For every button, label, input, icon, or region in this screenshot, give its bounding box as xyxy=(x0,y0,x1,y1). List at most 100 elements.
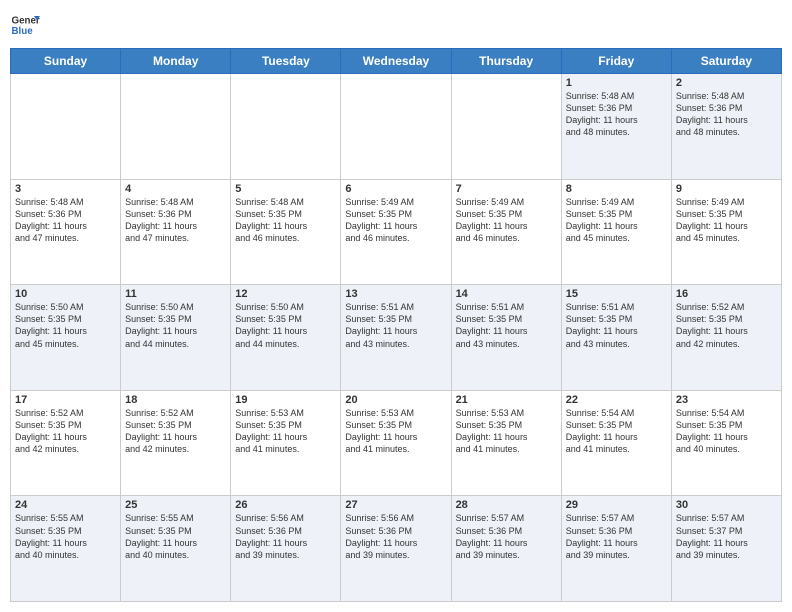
day-number: 29 xyxy=(566,499,667,511)
calendar-cell: 27Sunrise: 5:56 AMSunset: 5:36 PMDayligh… xyxy=(341,496,451,602)
calendar-cell: 25Sunrise: 5:55 AMSunset: 5:35 PMDayligh… xyxy=(121,496,231,602)
day-number: 10 xyxy=(15,288,116,300)
day-info: Sunrise: 5:52 AMSunset: 5:35 PMDaylight:… xyxy=(15,407,116,456)
calendar-cell: 10Sunrise: 5:50 AMSunset: 5:35 PMDayligh… xyxy=(11,285,121,391)
calendar-cell: 23Sunrise: 5:54 AMSunset: 5:35 PMDayligh… xyxy=(671,390,781,496)
day-info: Sunrise: 5:53 AMSunset: 5:35 PMDaylight:… xyxy=(345,407,446,456)
calendar-week-5: 24Sunrise: 5:55 AMSunset: 5:35 PMDayligh… xyxy=(11,496,782,602)
day-info: Sunrise: 5:57 AMSunset: 5:36 PMDaylight:… xyxy=(566,512,667,561)
calendar-cell xyxy=(121,74,231,180)
day-number: 6 xyxy=(345,183,446,195)
day-number: 9 xyxy=(676,183,777,195)
calendar-week-1: 1Sunrise: 5:48 AMSunset: 5:36 PMDaylight… xyxy=(11,74,782,180)
calendar-cell: 6Sunrise: 5:49 AMSunset: 5:35 PMDaylight… xyxy=(341,179,451,285)
calendar-cell: 12Sunrise: 5:50 AMSunset: 5:35 PMDayligh… xyxy=(231,285,341,391)
calendar-cell: 1Sunrise: 5:48 AMSunset: 5:36 PMDaylight… xyxy=(561,74,671,180)
calendar-cell: 3Sunrise: 5:48 AMSunset: 5:36 PMDaylight… xyxy=(11,179,121,285)
day-info: Sunrise: 5:53 AMSunset: 5:35 PMDaylight:… xyxy=(235,407,336,456)
day-number: 26 xyxy=(235,499,336,511)
day-info: Sunrise: 5:49 AMSunset: 5:35 PMDaylight:… xyxy=(676,196,777,245)
svg-text:Blue: Blue xyxy=(12,26,34,37)
day-info: Sunrise: 5:51 AMSunset: 5:35 PMDaylight:… xyxy=(456,301,557,350)
column-header-friday: Friday xyxy=(561,49,671,74)
calendar-cell: 16Sunrise: 5:52 AMSunset: 5:35 PMDayligh… xyxy=(671,285,781,391)
calendar-cell: 17Sunrise: 5:52 AMSunset: 5:35 PMDayligh… xyxy=(11,390,121,496)
day-info: Sunrise: 5:51 AMSunset: 5:35 PMDaylight:… xyxy=(345,301,446,350)
calendar-cell xyxy=(341,74,451,180)
day-info: Sunrise: 5:54 AMSunset: 5:35 PMDaylight:… xyxy=(676,407,777,456)
day-number: 12 xyxy=(235,288,336,300)
calendar-cell xyxy=(451,74,561,180)
calendar-cell: 8Sunrise: 5:49 AMSunset: 5:35 PMDaylight… xyxy=(561,179,671,285)
calendar-cell: 26Sunrise: 5:56 AMSunset: 5:36 PMDayligh… xyxy=(231,496,341,602)
day-number: 30 xyxy=(676,499,777,511)
day-info: Sunrise: 5:53 AMSunset: 5:35 PMDaylight:… xyxy=(456,407,557,456)
day-number: 1 xyxy=(566,77,667,89)
day-number: 25 xyxy=(125,499,226,511)
day-number: 14 xyxy=(456,288,557,300)
day-number: 28 xyxy=(456,499,557,511)
day-info: Sunrise: 5:52 AMSunset: 5:35 PMDaylight:… xyxy=(676,301,777,350)
day-number: 23 xyxy=(676,394,777,406)
calendar-cell: 11Sunrise: 5:50 AMSunset: 5:35 PMDayligh… xyxy=(121,285,231,391)
calendar-cell: 19Sunrise: 5:53 AMSunset: 5:35 PMDayligh… xyxy=(231,390,341,496)
calendar-cell: 7Sunrise: 5:49 AMSunset: 5:35 PMDaylight… xyxy=(451,179,561,285)
day-info: Sunrise: 5:56 AMSunset: 5:36 PMDaylight:… xyxy=(235,512,336,561)
day-info: Sunrise: 5:50 AMSunset: 5:35 PMDaylight:… xyxy=(235,301,336,350)
column-header-wednesday: Wednesday xyxy=(341,49,451,74)
day-number: 18 xyxy=(125,394,226,406)
day-info: Sunrise: 5:57 AMSunset: 5:37 PMDaylight:… xyxy=(676,512,777,561)
day-info: Sunrise: 5:57 AMSunset: 5:36 PMDaylight:… xyxy=(456,512,557,561)
day-info: Sunrise: 5:55 AMSunset: 5:35 PMDaylight:… xyxy=(125,512,226,561)
day-info: Sunrise: 5:50 AMSunset: 5:35 PMDaylight:… xyxy=(125,301,226,350)
calendar-cell: 4Sunrise: 5:48 AMSunset: 5:36 PMDaylight… xyxy=(121,179,231,285)
logo: General Blue xyxy=(10,10,40,40)
calendar-cell: 30Sunrise: 5:57 AMSunset: 5:37 PMDayligh… xyxy=(671,496,781,602)
calendar-cell xyxy=(231,74,341,180)
day-number: 27 xyxy=(345,499,446,511)
calendar-cell: 5Sunrise: 5:48 AMSunset: 5:35 PMDaylight… xyxy=(231,179,341,285)
calendar-cell: 13Sunrise: 5:51 AMSunset: 5:35 PMDayligh… xyxy=(341,285,451,391)
day-number: 13 xyxy=(345,288,446,300)
day-number: 20 xyxy=(345,394,446,406)
column-header-monday: Monday xyxy=(121,49,231,74)
page: General Blue SundayMondayTuesdayWednesda… xyxy=(0,0,792,612)
calendar-cell: 15Sunrise: 5:51 AMSunset: 5:35 PMDayligh… xyxy=(561,285,671,391)
day-info: Sunrise: 5:54 AMSunset: 5:35 PMDaylight:… xyxy=(566,407,667,456)
calendar-cell: 20Sunrise: 5:53 AMSunset: 5:35 PMDayligh… xyxy=(341,390,451,496)
day-info: Sunrise: 5:55 AMSunset: 5:35 PMDaylight:… xyxy=(15,512,116,561)
day-info: Sunrise: 5:52 AMSunset: 5:35 PMDaylight:… xyxy=(125,407,226,456)
day-number: 15 xyxy=(566,288,667,300)
day-number: 21 xyxy=(456,394,557,406)
day-number: 11 xyxy=(125,288,226,300)
day-info: Sunrise: 5:49 AMSunset: 5:35 PMDaylight:… xyxy=(456,196,557,245)
calendar-cell: 14Sunrise: 5:51 AMSunset: 5:35 PMDayligh… xyxy=(451,285,561,391)
day-number: 7 xyxy=(456,183,557,195)
day-number: 4 xyxy=(125,183,226,195)
day-info: Sunrise: 5:49 AMSunset: 5:35 PMDaylight:… xyxy=(345,196,446,245)
calendar-cell xyxy=(11,74,121,180)
day-number: 16 xyxy=(676,288,777,300)
calendar-table: SundayMondayTuesdayWednesdayThursdayFrid… xyxy=(10,48,782,602)
calendar-cell: 24Sunrise: 5:55 AMSunset: 5:35 PMDayligh… xyxy=(11,496,121,602)
column-header-sunday: Sunday xyxy=(11,49,121,74)
calendar-cell: 22Sunrise: 5:54 AMSunset: 5:35 PMDayligh… xyxy=(561,390,671,496)
day-number: 2 xyxy=(676,77,777,89)
day-info: Sunrise: 5:48 AMSunset: 5:35 PMDaylight:… xyxy=(235,196,336,245)
day-number: 17 xyxy=(15,394,116,406)
logo-icon: General Blue xyxy=(10,10,40,40)
calendar-header-row: SundayMondayTuesdayWednesdayThursdayFrid… xyxy=(11,49,782,74)
calendar-cell: 9Sunrise: 5:49 AMSunset: 5:35 PMDaylight… xyxy=(671,179,781,285)
calendar-week-4: 17Sunrise: 5:52 AMSunset: 5:35 PMDayligh… xyxy=(11,390,782,496)
day-info: Sunrise: 5:48 AMSunset: 5:36 PMDaylight:… xyxy=(125,196,226,245)
calendar-cell: 21Sunrise: 5:53 AMSunset: 5:35 PMDayligh… xyxy=(451,390,561,496)
calendar-cell: 2Sunrise: 5:48 AMSunset: 5:36 PMDaylight… xyxy=(671,74,781,180)
day-number: 8 xyxy=(566,183,667,195)
day-info: Sunrise: 5:48 AMSunset: 5:36 PMDaylight:… xyxy=(676,90,777,139)
day-info: Sunrise: 5:48 AMSunset: 5:36 PMDaylight:… xyxy=(566,90,667,139)
header: General Blue xyxy=(10,10,782,40)
calendar-cell: 18Sunrise: 5:52 AMSunset: 5:35 PMDayligh… xyxy=(121,390,231,496)
day-number: 3 xyxy=(15,183,116,195)
day-info: Sunrise: 5:51 AMSunset: 5:35 PMDaylight:… xyxy=(566,301,667,350)
column-header-thursday: Thursday xyxy=(451,49,561,74)
